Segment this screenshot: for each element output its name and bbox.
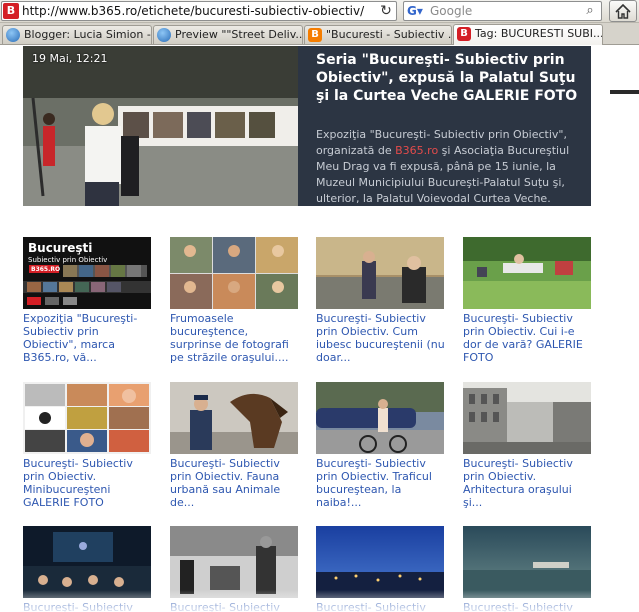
featured-article[interactable]: 19 Mai, 12:21 Seria "Bucureşti- Subiecti… — [23, 46, 591, 206]
article-card[interactable]: Bucureşti Subiectiv prin Obiectiv B365.R… — [23, 237, 151, 364]
article-card[interactable]: Bucureşti- Subiectiv prin Obiectiv. Mini… — [23, 382, 151, 509]
article-title-link[interactable]: Bucureşti- Subiectiv prin Obiectiv. Traf… — [316, 457, 446, 509]
featured-date: 19 Mai, 12:21 — [32, 52, 108, 65]
poster-title: Bucureşti — [28, 241, 92, 255]
article-title-link[interactable]: Bucureşti- Subiectiv prin Obiectiv. Cum … — [316, 312, 446, 364]
tab-tag-bucuresti-subiectiv[interactable]: B Tag: BUCURESTI SUBI... — [453, 24, 603, 45]
article-title-link[interactable]: Bucureşti- Subiectiv — [23, 601, 153, 612]
article-card[interactable]: Frumoasele bucureştence, surprinse de fo… — [170, 237, 298, 364]
article-thumbnail[interactable] — [463, 237, 591, 309]
reload-icon[interactable]: ↻ — [378, 2, 394, 20]
article-title-link[interactable]: Bucureşti- Subiectiv — [316, 601, 446, 612]
article-card[interactable]: Bucureşti- Subiectiv — [23, 526, 151, 612]
search-icon[interactable]: ⌕ — [582, 2, 598, 20]
tab-bucuresti-subiectiv[interactable]: B "Bucuresti - Subiectiv ... — [304, 25, 452, 44]
brand-name: B365.ro — [395, 144, 439, 157]
globe-icon — [157, 28, 171, 42]
featured-title[interactable]: Seria "Bucureşti- Subiectiv prin Obiecti… — [316, 51, 586, 105]
article-card[interactable]: Bucureşti- Subiectiv prin Obiectiv. Faun… — [170, 382, 298, 509]
article-card[interactable]: Bucureşti- Subiectiv — [170, 526, 298, 612]
article-card[interactable]: Bucureşti- Subiectiv — [463, 526, 591, 612]
article-thumbnail[interactable] — [316, 526, 444, 598]
address-bar[interactable]: B http://www.b365.ro/etichete/bucuresti-… — [1, 1, 397, 21]
article-title-link[interactable]: Bucureşti- Subiectiv — [170, 601, 300, 612]
featured-photo[interactable]: 19 Mai, 12:21 — [23, 46, 298, 206]
article-card[interactable]: Bucureşti- Subiectiv — [316, 526, 444, 612]
article-thumbnail[interactable] — [170, 237, 298, 309]
page-content: 19 Mai, 12:21 Seria "Bucureşti- Subiecti… — [0, 46, 639, 612]
site-favicon-icon: B — [3, 3, 19, 19]
article-thumbnail[interactable] — [316, 382, 444, 454]
navigation-toolbar: B http://www.b365.ro/etichete/bucuresti-… — [0, 0, 639, 23]
article-thumbnail[interactable] — [23, 526, 151, 598]
article-title-link[interactable]: Bucureşti- Subiectiv prin Obiectiv. Arhi… — [463, 457, 593, 509]
tab-label: Tag: BUCURESTI SUBI... — [475, 27, 603, 40]
article-title-link[interactable]: Bucureşti- Subiectiv prin Obiectiv. Faun… — [170, 457, 300, 509]
article-card[interactable]: Bucureşti- Subiectiv prin Obiectiv. Cum … — [316, 237, 446, 364]
search-bar[interactable]: G▾ ⌕ — [403, 1, 602, 21]
side-divider — [610, 90, 639, 94]
article-card[interactable]: Bucureşti- Subiectiv prin Obiectiv. Traf… — [316, 382, 444, 509]
home-icon — [615, 3, 631, 19]
tab-label: "Bucuresti - Subiectiv ... — [326, 28, 452, 41]
featured-excerpt: Expoziţia "Bucureşti- Subiectiv prin Obi… — [316, 127, 588, 207]
article-thumbnail[interactable] — [463, 382, 591, 454]
tab-blogger-lucia-simion[interactable]: Blogger: Lucia Simion -... — [2, 25, 152, 44]
article-thumbnail[interactable] — [463, 526, 591, 598]
article-title-link[interactable]: Frumoasele bucureştence, surprinse de fo… — [170, 312, 300, 364]
article-title-link[interactable]: Expoziţia "Bucureşti-Subiectiv prin Obie… — [23, 312, 153, 364]
tab-preview-street-delivery[interactable]: Preview ""Street Deliv... — [153, 25, 303, 44]
poster-subtitle: Subiectiv prin Obiectiv — [28, 256, 107, 264]
article-thumbnail[interactable]: Bucureşti Subiectiv prin Obiectiv B365.R… — [23, 237, 151, 309]
home-button[interactable] — [609, 0, 637, 22]
article-title-link[interactable]: Bucureşti- Subiectiv — [463, 601, 593, 612]
article-card[interactable]: Bucureşti- Subiectiv prin Obiectiv. Arhi… — [463, 382, 591, 509]
globe-icon — [6, 28, 20, 42]
b365-icon: B — [457, 27, 471, 41]
article-title-link[interactable]: Bucureşti- Subiectiv prin Obiectiv. Mini… — [23, 457, 153, 509]
tab-label: Blogger: Lucia Simion -... — [24, 28, 152, 41]
browser-window: B http://www.b365.ro/etichete/bucuresti-… — [0, 0, 639, 612]
article-title-link[interactable]: Bucureşti- Subiectiv prin Obiectiv. Cui … — [463, 312, 593, 364]
article-thumbnail[interactable] — [170, 382, 298, 454]
article-thumbnail[interactable] — [23, 382, 151, 454]
search-input[interactable] — [430, 3, 580, 19]
url-text[interactable]: http://www.b365.ro/etichete/bucuresti-su… — [22, 4, 364, 18]
article-thumbnail[interactable] — [316, 237, 444, 309]
article-thumbnail[interactable] — [170, 526, 298, 598]
poster-logo: B365.RO — [31, 266, 60, 273]
search-engine-icon[interactable]: G▾ — [407, 3, 431, 19]
article-card[interactable]: Bucureşti- Subiectiv prin Obiectiv. Cui … — [463, 237, 591, 364]
tab-strip: Blogger: Lucia Simion -... Preview ""Str… — [0, 23, 639, 45]
blogger-icon: B — [308, 28, 322, 42]
tab-label: Preview ""Street Deliv... — [175, 28, 303, 41]
